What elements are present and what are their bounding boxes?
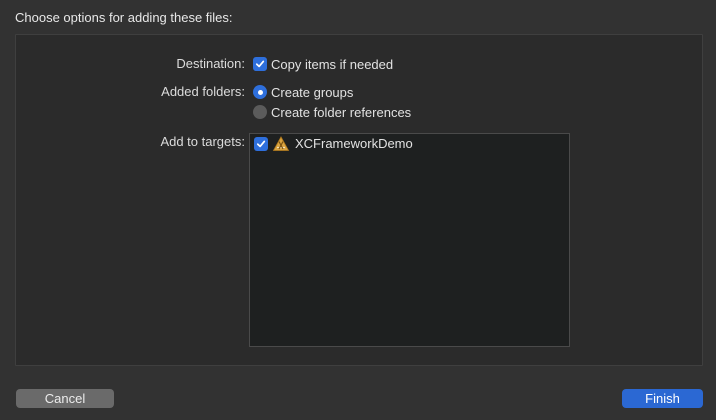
checkmark-icon	[256, 140, 266, 148]
app-target-icon	[272, 136, 290, 157]
destination-label: Destination:	[176, 56, 245, 71]
create-groups-radio[interactable]	[253, 85, 267, 99]
targets-list[interactable]: XCFrameworkDemo	[249, 133, 570, 347]
dialog-title: Choose options for adding these files:	[15, 10, 233, 25]
create-folder-references-label[interactable]: Create folder references	[271, 105, 411, 120]
copy-items-label[interactable]: Copy items if needed	[271, 57, 393, 72]
cancel-button[interactable]: Cancel	[16, 389, 114, 408]
checkmark-icon	[255, 60, 265, 68]
create-groups-label[interactable]: Create groups	[271, 85, 353, 100]
target-row[interactable]: XCFrameworkDemo	[250, 134, 569, 154]
copy-items-checkbox[interactable]	[253, 57, 267, 71]
create-folder-references-radio[interactable]	[253, 105, 267, 119]
target-checkbox[interactable]	[254, 137, 268, 151]
finish-button[interactable]: Finish	[622, 389, 703, 408]
add-to-targets-label: Add to targets:	[160, 134, 245, 149]
added-folders-label: Added folders:	[161, 84, 245, 99]
add-files-dialog: Choose options for adding these files: D…	[0, 0, 716, 420]
target-name: XCFrameworkDemo	[295, 136, 413, 151]
